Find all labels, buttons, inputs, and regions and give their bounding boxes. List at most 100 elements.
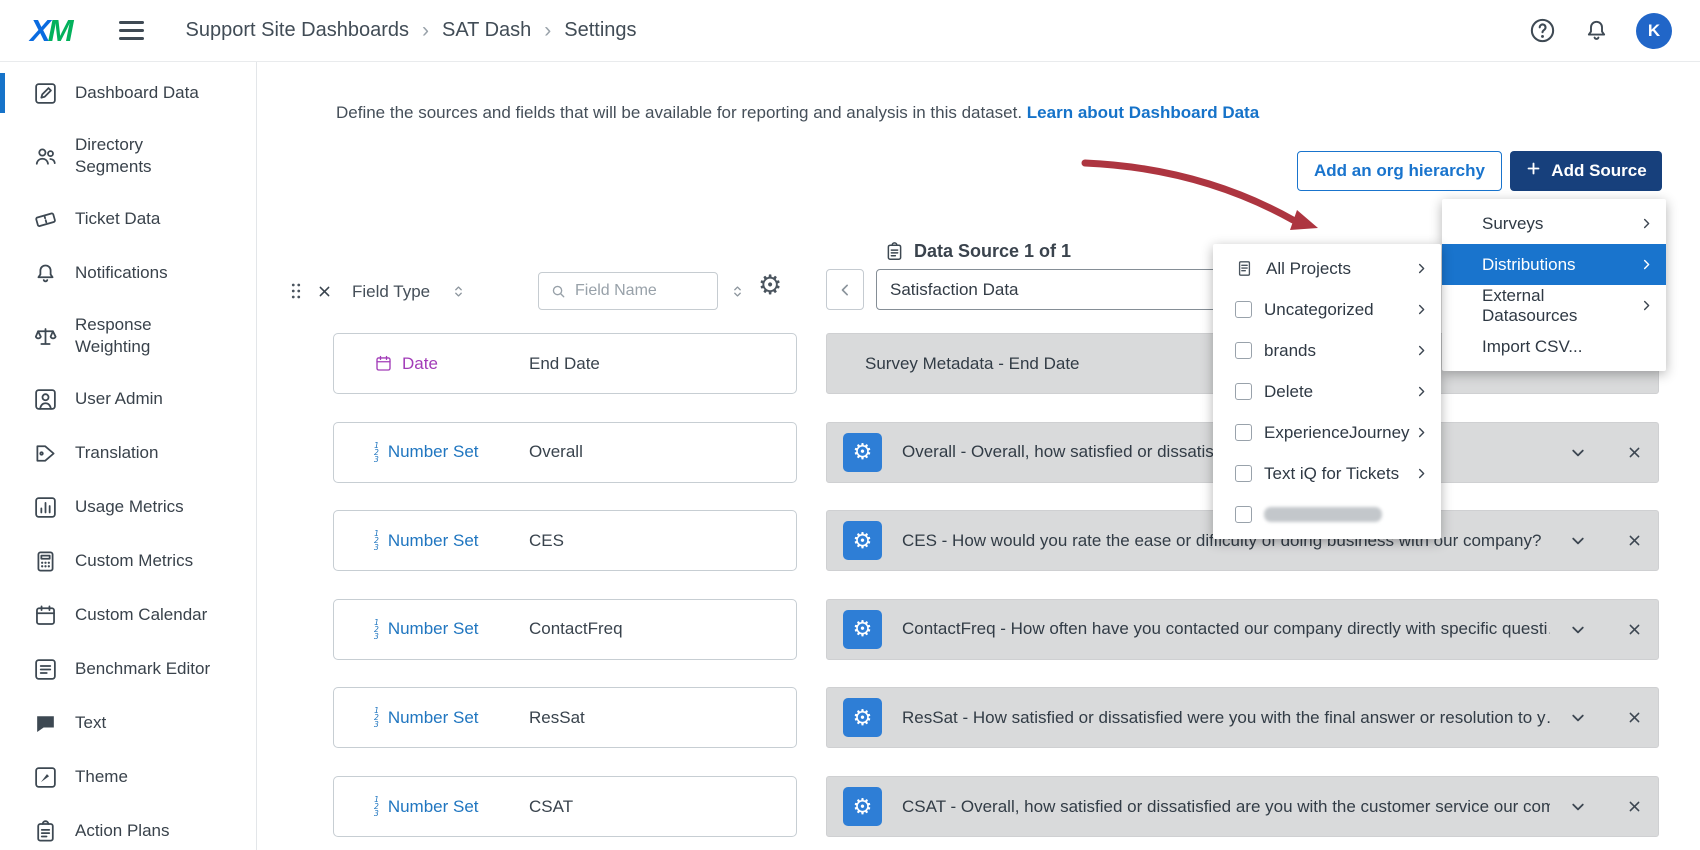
sidebar-item-user-admin[interactable]: User Admin — [0, 372, 256, 426]
scale-icon — [32, 323, 58, 349]
sidebar-item-label: Dashboard Data — [75, 82, 199, 104]
sidebar-item-response-weighting[interactable]: Response Weighting — [0, 300, 256, 372]
field-type: 123Number Set — [374, 530, 529, 551]
sidebar-item-dashboard-data[interactable]: Dashboard Data — [0, 66, 256, 120]
chevron-right-icon — [1638, 215, 1655, 232]
learn-about-dashboard-data-link[interactable]: Learn about Dashboard Data — [1027, 103, 1259, 122]
checkbox[interactable] — [1235, 342, 1252, 359]
mapped-field-text: ContactFreq - How often have you contact… — [902, 619, 1550, 639]
menu-item-label: External Datasources — [1482, 286, 1632, 326]
remove-field-button[interactable] — [1625, 797, 1644, 816]
close-icon[interactable] — [315, 282, 334, 306]
chevron-right-icon — [1413, 301, 1430, 318]
remove-field-button[interactable] — [1625, 531, 1644, 550]
settings-gear-icon[interactable]: ⚙ — [758, 272, 782, 299]
menu-item-import-csv[interactable]: Import CSV... — [1442, 326, 1666, 367]
remove-field-button[interactable] — [1625, 708, 1644, 727]
sidebar-item-benchmark-editor[interactable]: Benchmark Editor — [0, 642, 256, 696]
hamburger-menu-icon[interactable] — [119, 21, 144, 40]
chevron-down-icon[interactable] — [1567, 707, 1589, 729]
breadcrumb-item-settings[interactable]: Settings — [564, 19, 636, 42]
add-org-hierarchy-button[interactable]: Add an org hierarchy — [1297, 151, 1502, 191]
sidebar-item-theme[interactable]: Theme — [0, 750, 256, 804]
date-icon — [374, 354, 393, 373]
field-name-label: CSAT — [529, 797, 573, 817]
submenu-item-text-iq-for-tickets[interactable]: Text iQ for Tickets — [1213, 453, 1441, 494]
sidebar-item-custom-calendar[interactable]: Custom Calendar — [0, 588, 256, 642]
chevron-right-icon — [1413, 342, 1430, 359]
submenu-item-all-projects[interactable]: All Projects — [1213, 248, 1441, 289]
submenu-item-label: Delete — [1264, 382, 1313, 402]
field-settings-gear-button[interactable]: ⚙ — [843, 698, 882, 737]
checkbox[interactable] — [1235, 383, 1252, 400]
submenu-item-brands[interactable]: brands — [1213, 330, 1441, 371]
chevron-down-icon[interactable] — [1567, 796, 1589, 818]
sidebar-item-label: Custom Metrics — [75, 550, 193, 572]
sidebar-item-label: Text — [75, 712, 106, 734]
field-card-contactfreq: 123Number SetContactFreq — [333, 599, 797, 660]
field-settings-gear-button[interactable]: ⚙ — [843, 521, 882, 560]
field-type-label: Number Set — [388, 619, 479, 639]
sidebar: Dashboard Data Directory Segments Ticket D… — [0, 62, 257, 850]
mapped-field-text: Overall - Overall, how satisfied or diss… — [902, 442, 1219, 462]
field-type-label: Number Set — [388, 708, 479, 728]
mapped-field-text: Survey Metadata - End Date — [865, 354, 1080, 374]
bell-icon — [32, 260, 58, 286]
field-settings-gear-button[interactable]: ⚙ — [843, 610, 882, 649]
breadcrumb-separator: › — [422, 19, 429, 43]
field-name-input[interactable] — [568, 282, 717, 300]
avatar[interactable]: K — [1636, 13, 1672, 49]
checkbox[interactable] — [1235, 506, 1252, 523]
checkbox[interactable] — [1235, 301, 1252, 318]
mapped-field-text: CSAT - Overall, how satisfied or dissati… — [902, 797, 1550, 817]
field-settings-gear-button[interactable]: ⚙ — [843, 433, 882, 472]
help-icon[interactable] — [1528, 16, 1557, 45]
chevron-down-icon[interactable] — [1567, 442, 1589, 464]
remove-field-button[interactable] — [1625, 620, 1644, 639]
sort-icon[interactable] — [728, 282, 747, 306]
submenu-item-experiencejourney[interactable]: ExperienceJourney — [1213, 412, 1441, 453]
submenu-item-uncategorized[interactable]: Uncategorized — [1213, 289, 1441, 330]
previous-source-button[interactable] — [826, 269, 864, 310]
sidebar-item-directory-segments[interactable]: Directory Segments — [0, 120, 256, 192]
sidebar-item-label: Response Weighting — [75, 314, 217, 358]
menu-item-label: Import CSV... — [1482, 337, 1582, 357]
number-set-icon: 123 — [374, 707, 379, 728]
menu-item-label: Surveys — [1482, 214, 1543, 234]
sidebar-item-label: Directory Segments — [75, 134, 217, 178]
add-source-label: Add Source — [1551, 161, 1646, 181]
sidebar-item-ticket-data[interactable]: Ticket Data — [0, 192, 256, 246]
field-card-ressat: 123Number SetResSat — [333, 687, 797, 748]
add-source-button[interactable]: Add Source — [1510, 151, 1662, 191]
sidebar-item-custom-metrics[interactable]: Custom Metrics — [0, 534, 256, 588]
checkbox[interactable] — [1235, 465, 1252, 482]
submenu-item-label: Text iQ for Tickets — [1264, 464, 1399, 484]
submenu-item-delete[interactable]: Delete — [1213, 371, 1441, 412]
menu-item-surveys[interactable]: Surveys — [1442, 203, 1666, 244]
remove-field-button[interactable] — [1625, 443, 1644, 462]
menu-item-label: Distributions — [1482, 255, 1576, 275]
menu-item-distributions[interactable]: Distributions — [1442, 244, 1666, 285]
sort-icon[interactable] — [449, 282, 468, 306]
notifications-icon[interactable] — [1583, 17, 1610, 44]
sidebar-item-text[interactable]: Text — [0, 696, 256, 750]
chevron-down-icon[interactable] — [1567, 619, 1589, 641]
field-type: 123 Number Set — [374, 707, 529, 728]
field-card-ces: 123Number SetCES — [333, 510, 797, 571]
submenu-item-redacted[interactable] — [1213, 494, 1441, 535]
breadcrumb-item-support-site-dashboards[interactable]: Support Site Dashboards — [186, 19, 409, 42]
drag-handle-icon[interactable] — [285, 280, 307, 307]
sidebar-item-usage-metrics[interactable]: Usage Metrics — [0, 480, 256, 534]
number-set-icon: 123 — [374, 530, 379, 551]
sidebar-item-action-plans[interactable]: Action Plans — [0, 804, 256, 850]
sidebar-item-notifications[interactable]: Notifications — [0, 246, 256, 300]
checkbox[interactable] — [1235, 424, 1252, 441]
breadcrumb-item-sat-dash[interactable]: SAT Dash — [442, 19, 531, 42]
field-settings-gear-button[interactable]: ⚙ — [843, 787, 882, 826]
sidebar-item-translation[interactable]: Translation — [0, 426, 256, 480]
field-type: 123Number Set — [374, 442, 529, 463]
menu-item-external-datasources[interactable]: External Datasources — [1442, 285, 1666, 326]
clipboard-icon — [884, 241, 905, 262]
chevron-right-icon — [1413, 260, 1430, 277]
chevron-down-icon[interactable] — [1567, 530, 1589, 552]
